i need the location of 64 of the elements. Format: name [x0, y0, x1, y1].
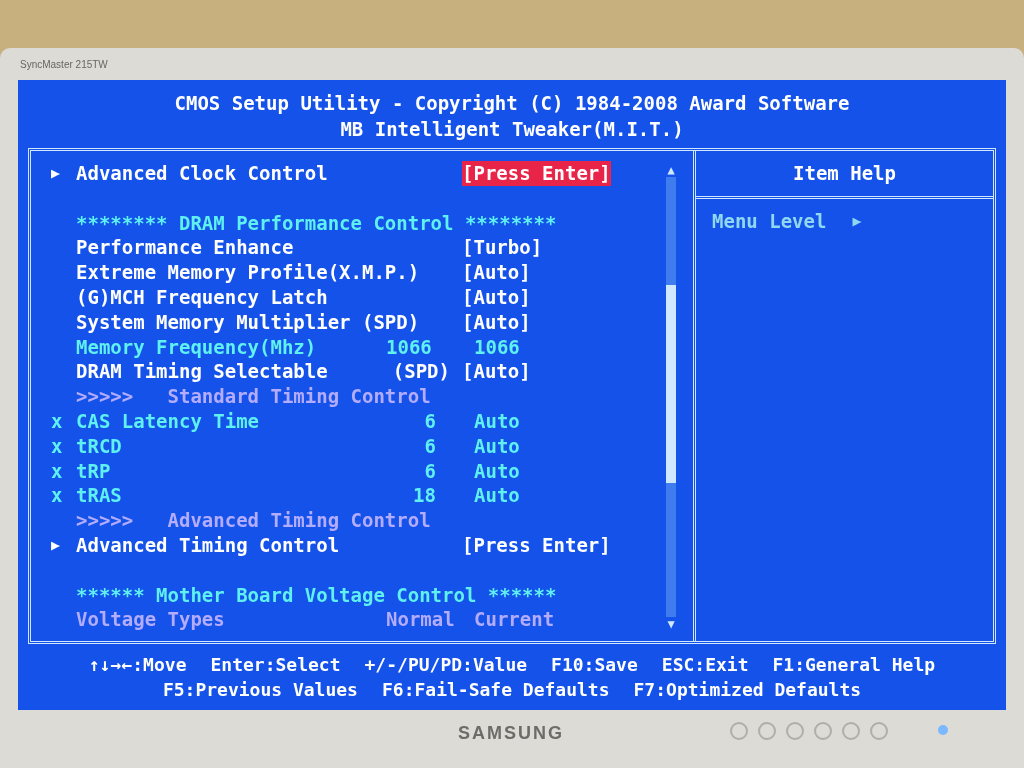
setting-value[interactable]: [Press Enter]	[462, 161, 611, 186]
setting-value: Auto	[474, 433, 520, 459]
screen-title: CMOS Setup Utility - Copyright (C) 1984-2008 Award Software	[174, 91, 850, 116]
section-heading: ******** DRAM Performance Control ********	[76, 210, 557, 236]
setting-value[interactable]: [Auto]	[462, 309, 531, 335]
readout-value: 1066	[386, 334, 433, 360]
key-hint: ↑↓→←:Move	[88, 653, 187, 677]
scroll-down-arrow[interactable]: ▼	[667, 617, 675, 631]
setting-value: Auto	[474, 408, 520, 434]
key-hint: ESC:Exit	[661, 653, 749, 677]
monitor-buttons-drawing[interactable]	[730, 722, 888, 740]
setting-tag: (SPD)	[392, 359, 450, 385]
screen-title: MB Intelligent Tweaker(M.I.T.)	[340, 117, 684, 142]
setting-value[interactable]: [Auto]	[462, 260, 531, 285]
key-hint: F7:Optimized Defaults	[633, 678, 862, 702]
setting-value[interactable]: [Auto]	[462, 285, 531, 310]
section-heading: >>>>> Standard Timing Control	[76, 384, 431, 409]
readout-value: 1066	[474, 334, 520, 360]
locked-marker: x	[51, 483, 64, 509]
setting-label: tRP	[76, 458, 112, 484]
setting-value[interactable]: [Turbo]	[462, 235, 543, 261]
submenu-arrow: ▶	[51, 534, 62, 556]
setting-label: System Memory Multiplier (SPD)	[76, 309, 420, 335]
setting-value: 6	[423, 458, 436, 484]
key-hint: F6:Fail-Safe Defaults	[381, 678, 610, 702]
setting-label: DRAM Timing Selectable	[76, 359, 328, 385]
setting-label: tRCD	[76, 433, 123, 459]
locked-marker: x	[51, 458, 64, 484]
readout-label: Voltage Types	[76, 607, 226, 633]
setting-value: 6	[423, 433, 436, 459]
setting-value: Auto	[474, 483, 520, 509]
key-hint: Enter:Select	[210, 653, 341, 677]
menu-level-label: Menu Level	[712, 209, 827, 234]
section-heading: ****** Mother Board Voltage Control ******	[76, 582, 557, 608]
setting-label: (G)MCH Frequency Latch	[76, 285, 328, 310]
setting-label: Performance Enhance	[76, 235, 294, 261]
locked-marker: x	[51, 408, 64, 434]
readout-label: Memory Frequency(Mhz)	[76, 334, 318, 360]
power-led-icon	[938, 725, 948, 735]
key-hint: +/-/PU/PD:Value	[364, 653, 528, 677]
setting-value[interactable]: [Auto]	[462, 359, 531, 385]
key-hint: F10:Save	[551, 653, 638, 677]
section-heading: >>>>> Advanced Timing Control	[76, 508, 431, 533]
setting-value: 6	[423, 408, 436, 434]
readout-value: Current	[474, 607, 555, 633]
scrollbar-thumb[interactable]	[666, 285, 676, 483]
submenu-arrow: ▶	[51, 163, 62, 184]
setting-label: tRAS	[76, 483, 123, 509]
setting-value: Auto	[474, 458, 520, 484]
model-label: SyncMaster 215TW	[20, 57, 108, 72]
setting-label: Advanced Clock Control	[76, 161, 328, 186]
menu-level-marker: ▶	[852, 211, 862, 232]
help-panel-title: Item Help	[793, 161, 896, 186]
setting-label: Advanced Timing Control	[76, 532, 340, 558]
locked-marker: x	[51, 433, 64, 459]
brand-label: SAMSUNG	[458, 722, 564, 745]
key-hint: F5:Previous Values	[162, 678, 358, 702]
scroll-up-arrow[interactable]: ▲	[667, 163, 675, 177]
setting-label: Extreme Memory Profile(X.M.P.)	[76, 260, 420, 285]
readout-value: Normal	[386, 607, 456, 633]
setting-value: 18	[412, 483, 436, 509]
setting-label: CAS Latency Time	[76, 408, 261, 434]
key-hint: F1:General Help	[772, 653, 936, 677]
setting-value[interactable]: [Press Enter]	[462, 532, 611, 558]
